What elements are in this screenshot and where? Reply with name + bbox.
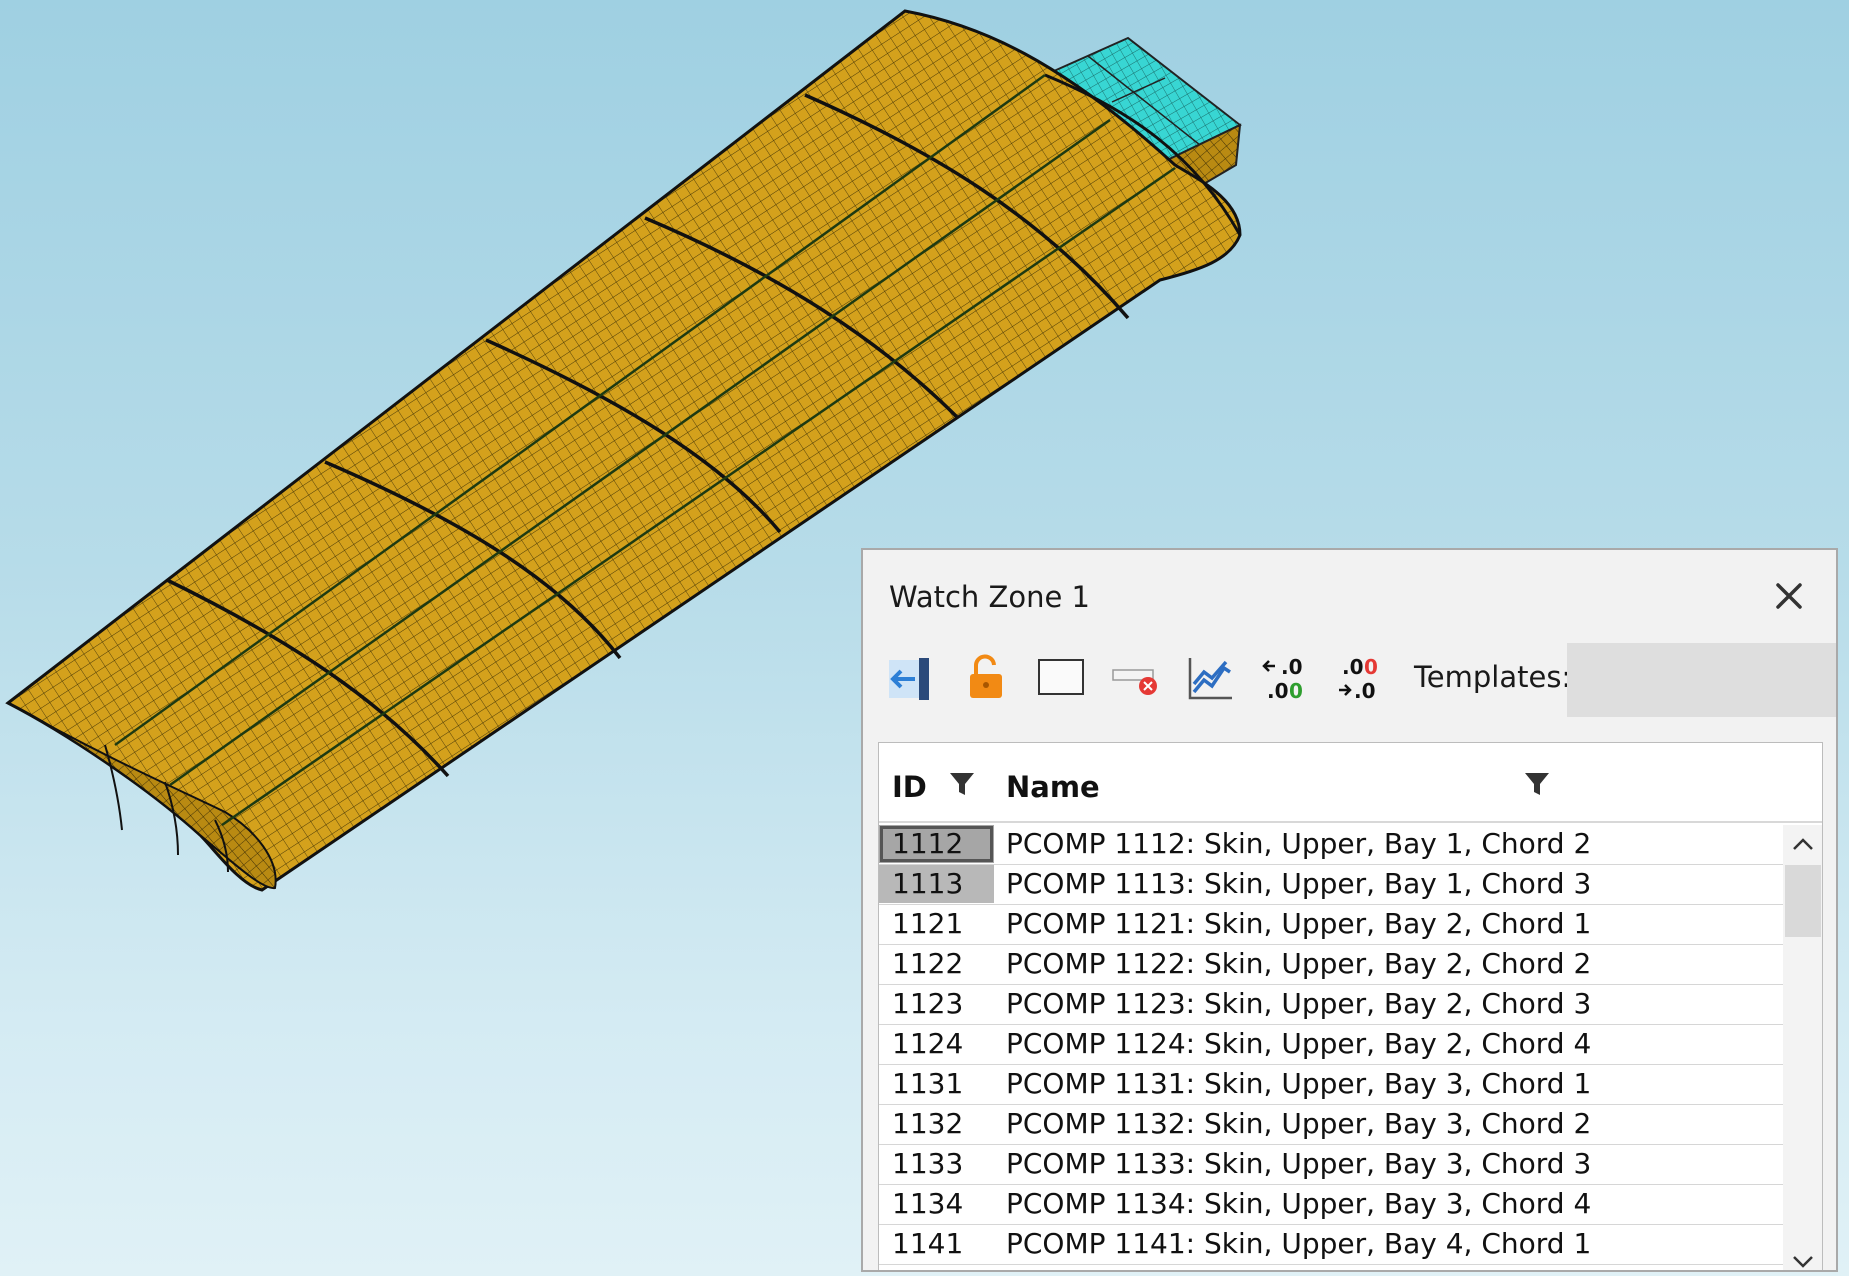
row-name: PCOMP 1133: Skin, Upper, Bay 3, Chord 3 [1006,1147,1592,1180]
clear-selection-icon [1112,669,1157,695]
row-name: PCOMP 1113: Skin, Upper, Bay 1, Chord 3 [1006,867,1592,900]
scroll-down-button[interactable] [1783,1243,1822,1270]
table-row[interactable]: 1141 PCOMP 1141: Skin, Upper, Bay 4, Cho… [879,1225,1783,1265]
increase-decimals-button[interactable]: .0 .0 0 [1258,650,1314,706]
svg-text:.0: .0 [1354,679,1376,702]
decrease-decimals-button[interactable]: .0 0 .0 [1333,650,1389,706]
scrollbar-thumb[interactable] [1785,865,1821,937]
row-id: 1124 [892,1027,964,1060]
row-name: PCOMP 1141: Skin, Upper, Bay 4, Chord 1 [1006,1227,1592,1260]
table-row[interactable]: 1132 PCOMP 1132: Skin, Upper, Bay 3, Cho… [879,1105,1783,1145]
table-header: ID Name [879,743,1822,823]
select-box-button[interactable] [1033,650,1089,706]
templates-label: Templates: [1414,660,1572,694]
svg-text:.0: .0 [1342,655,1364,679]
select-box-icon [1038,659,1084,695]
row-id: 1113 [879,865,994,903]
unlock-icon [970,654,1002,698]
column-header-id[interactable]: ID [892,770,927,804]
close-icon [1776,583,1802,609]
row-id: 1123 [892,987,964,1020]
table-row[interactable]: 1133 PCOMP 1133: Skin, Upper, Bay 3, Cho… [879,1145,1783,1185]
table-row[interactable]: 1131 PCOMP 1131: Skin, Upper, Bay 3, Cho… [879,1065,1783,1105]
panel-title: Watch Zone 1 [889,580,1091,614]
trend-chart-icon [1188,658,1232,700]
table-row[interactable]: 1123 PCOMP 1123: Skin, Upper, Bay 2, Cho… [879,985,1783,1025]
row-name: PCOMP 1131: Skin, Upper, Bay 3, Chord 1 [1006,1067,1592,1100]
table-row[interactable]: 1121 PCOMP 1121: Skin, Upper, Bay 2, Cho… [879,905,1783,945]
increase-decimals-icon: .0 .0 0 [1262,655,1303,702]
row-name: PCOMP 1112: Skin, Upper, Bay 1, Chord 2 [1006,827,1592,860]
clear-button[interactable] [1108,650,1164,706]
table-row[interactable]: 1124 PCOMP 1124: Skin, Upper, Bay 2, Cho… [879,1025,1783,1065]
scroll-up-button[interactable] [1783,825,1822,863]
import-left-icon [889,658,929,700]
watch-zone-panel: Watch Zone 1 .0 .0 0 .0 0 .0 Templates: … [861,548,1838,1272]
row-id: 1132 [892,1107,964,1140]
table-row[interactable]: 1112 PCOMP 1112: Skin, Upper, Bay 1, Cho… [879,825,1783,865]
row-id: 1122 [892,947,964,980]
lock-button[interactable] [958,650,1014,706]
vertical-scrollbar[interactable] [1783,825,1822,1270]
row-id: 1131 [892,1067,964,1100]
watch-table: ID Name 1112 PCOMP 1112: Skin, Upper, Ba… [878,742,1823,1270]
import-button[interactable] [883,650,939,706]
row-name: PCOMP 1123: Skin, Upper, Bay 2, Chord 3 [1006,987,1592,1020]
table-row[interactable]: 1122 PCOMP 1122: Skin, Upper, Bay 2, Cho… [879,945,1783,985]
row-name: PCOMP 1132: Skin, Upper, Bay 3, Chord 2 [1006,1107,1592,1140]
row-name: PCOMP 1124: Skin, Upper, Bay 2, Chord 4 [1006,1027,1592,1060]
row-id: 1133 [892,1147,964,1180]
row-name: PCOMP 1122: Skin, Upper, Bay 2, Chord 2 [1006,947,1592,980]
svg-text:.0: .0 [1281,655,1303,679]
row-name: PCOMP 1121: Skin, Upper, Bay 2, Chord 1 [1006,907,1592,940]
row-id: 1141 [892,1227,964,1260]
svg-text:0: 0 [1289,679,1303,702]
close-button[interactable] [1765,572,1813,620]
name-filter-icon[interactable] [1522,769,1552,799]
row-id: 1121 [892,907,964,940]
chart-button[interactable] [1183,650,1239,706]
row-id: 1134 [892,1187,964,1220]
column-header-name[interactable]: Name [1006,770,1100,804]
chevron-down-icon [1792,1256,1813,1268]
chevron-up-icon [1792,838,1813,850]
templates-dropdown[interactable] [1567,643,1836,717]
table-row[interactable]: 1134 PCOMP 1134: Skin, Upper, Bay 3, Cho… [879,1185,1783,1225]
id-filter-icon[interactable] [947,769,977,799]
row-id: 1112 [879,825,994,863]
table-row[interactable]: 1113 PCOMP 1113: Skin, Upper, Bay 1, Cho… [879,865,1783,905]
svg-text:.0: .0 [1267,679,1289,702]
row-name: PCOMP 1134: Skin, Upper, Bay 3, Chord 4 [1006,1187,1592,1220]
svg-text:0: 0 [1364,655,1378,679]
table-body: 1112 PCOMP 1112: Skin, Upper, Bay 1, Cho… [879,825,1783,1265]
decrease-decimals-icon: .0 0 .0 [1339,655,1378,702]
